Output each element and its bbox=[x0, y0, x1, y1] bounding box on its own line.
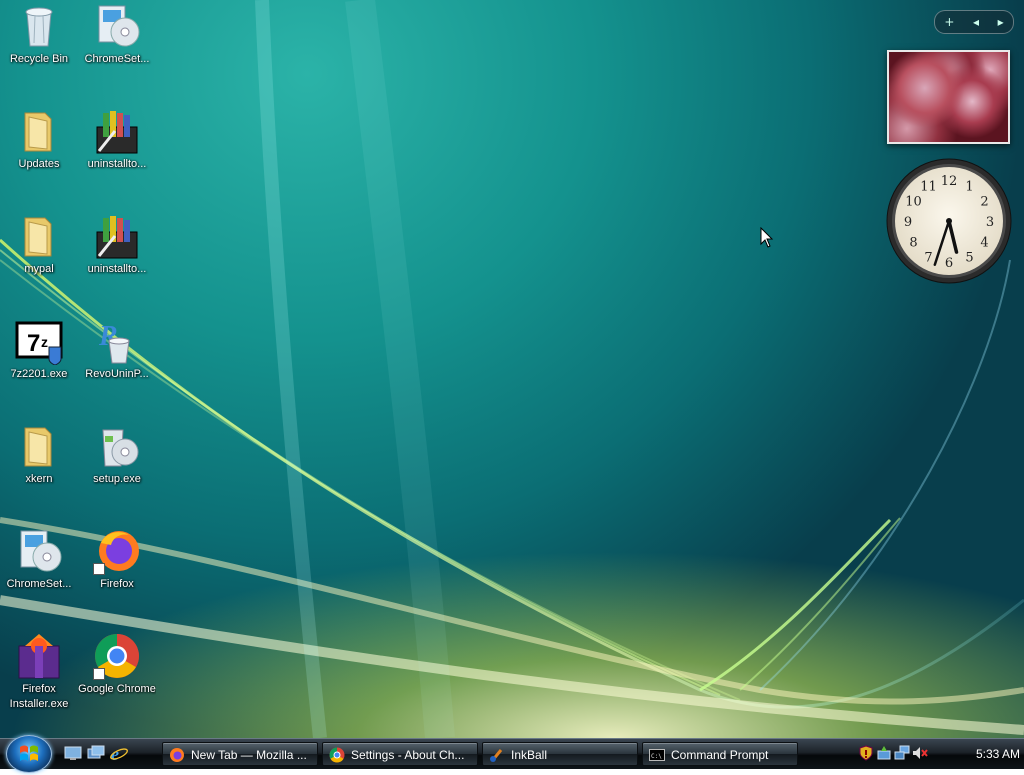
desktop-icon-label: Updates bbox=[18, 158, 60, 170]
desktop-icon-label: Google Chrome bbox=[78, 683, 156, 695]
svg-text:7: 7 bbox=[27, 330, 40, 357]
volume-muted-icon[interactable] bbox=[912, 745, 928, 761]
clock-numeral: 6 bbox=[945, 256, 953, 271]
clock-numeral: 10 bbox=[905, 195, 922, 210]
desktop-icon-mypal[interactable]: mypal bbox=[0, 212, 78, 277]
network-icon[interactable] bbox=[894, 745, 910, 761]
safely-remove-hardware-icon[interactable] bbox=[876, 745, 892, 761]
desktop-icon-label: uninstallto... bbox=[87, 158, 147, 170]
clock-numeral: 11 bbox=[920, 180, 937, 195]
desktop-icon-label: mypal bbox=[24, 263, 54, 275]
clock-numeral: 5 bbox=[965, 251, 973, 266]
firefox-icon bbox=[93, 527, 141, 575]
clock-numeral: 1 bbox=[965, 180, 973, 195]
desktop-icon-uninstalltool-2[interactable]: uninstallto... bbox=[78, 212, 156, 277]
taskbar-button-command-prompt[interactable]: C:\ Command Prompt bbox=[642, 742, 798, 766]
firefox-installer-icon bbox=[15, 632, 63, 680]
taskbar-button-chrome-settings[interactable]: Settings - About Ch... bbox=[322, 742, 478, 766]
taskbar-button-inkball[interactable]: InkBall bbox=[482, 742, 638, 766]
desktop-icon-revo-uninstaller[interactable]: R RevoUninP... bbox=[78, 317, 156, 382]
show-desktop-icon[interactable] bbox=[64, 745, 82, 761]
clock-numeral: 7 bbox=[924, 251, 932, 266]
archive-installer-icon bbox=[93, 212, 141, 260]
desktop-icon-label: ChromeSet... bbox=[84, 53, 150, 65]
taskbar-button-label: Command Prompt bbox=[671, 748, 769, 762]
setup-cd-icon bbox=[93, 422, 141, 470]
desktop-icon-label: Firefox bbox=[100, 578, 134, 590]
7zip-installer-icon: 7z bbox=[15, 317, 63, 366]
desktop-icon-label: ChromeSet... bbox=[6, 578, 72, 590]
clock-numeral: 2 bbox=[980, 195, 988, 210]
desktop-icon-recycle-bin[interactable]: Recycle Bin bbox=[0, 2, 78, 67]
recycle-bin-icon bbox=[15, 2, 63, 50]
taskbar: e New Tab — Mozilla ... Settings - About… bbox=[0, 735, 1024, 773]
folder-icon bbox=[15, 107, 63, 155]
desktop-icon-uninstalltool[interactable]: uninstallto... bbox=[78, 107, 156, 172]
taskbar-button-label: InkBall bbox=[511, 748, 548, 762]
desktop-icon-chromesetup-2[interactable]: ChromeSet... bbox=[0, 527, 78, 592]
windows-start-orb-icon bbox=[20, 745, 38, 761]
desktop-icon-label: uninstallto... bbox=[87, 263, 147, 275]
desktop-icon-xkern[interactable]: xkern bbox=[0, 422, 78, 487]
folder-icon bbox=[15, 422, 63, 470]
clock-numeral: 8 bbox=[909, 236, 917, 251]
next-gadget-button[interactable]: ▸ bbox=[998, 11, 1004, 33]
desktop[interactable]: Recycle Bin Updates mypal 7z 7z2201.exe … bbox=[0, 0, 1024, 738]
installer-cd-icon bbox=[15, 527, 63, 575]
taskbar-button-label: New Tab — Mozilla ... bbox=[191, 748, 307, 762]
desktop-icon-label: xkern bbox=[25, 473, 53, 485]
folder-icon bbox=[15, 212, 63, 260]
clock-gadget[interactable]: 12 12 3 45678 9 1011 bbox=[886, 158, 1012, 284]
taskbar-clock[interactable]: 5:33 AM bbox=[964, 739, 1020, 769]
svg-text:z: z bbox=[41, 334, 48, 350]
taskbar-button-firefox[interactable]: New Tab — Mozilla ... bbox=[162, 742, 318, 766]
desktop-icon-7z2201[interactable]: 7z 7z2201.exe bbox=[0, 317, 78, 382]
security-shield-icon[interactable] bbox=[858, 745, 874, 761]
command-prompt-icon: C:\ bbox=[649, 747, 665, 763]
mouse-cursor-icon bbox=[760, 227, 774, 248]
desktop-icon-google-chrome[interactable]: Google Chrome bbox=[78, 632, 156, 697]
clock-numeral: 9 bbox=[904, 215, 912, 230]
shortcut-arrow-icon bbox=[93, 563, 105, 575]
notification-area: 5:33 AM bbox=[852, 739, 1024, 769]
switch-windows-icon[interactable] bbox=[87, 745, 105, 761]
desktop-icon-label: Firefox Installer.exe bbox=[9, 683, 69, 710]
start-button[interactable] bbox=[6, 735, 52, 773]
chrome-icon bbox=[329, 747, 345, 763]
slideshow-gadget[interactable] bbox=[887, 50, 1010, 144]
archive-installer-icon bbox=[93, 107, 141, 155]
shortcut-arrow-icon bbox=[93, 668, 105, 680]
desktop-icon-firefox[interactable]: Firefox bbox=[78, 527, 156, 592]
clock-numeral: 12 bbox=[941, 174, 958, 189]
sidebar-gadget-controls: + ◂ ▸ bbox=[934, 10, 1014, 34]
desktop-icon-label: RevoUninP... bbox=[85, 368, 149, 380]
internet-explorer-icon[interactable]: e bbox=[110, 744, 128, 764]
previous-gadget-button[interactable]: ◂ bbox=[973, 11, 979, 33]
svg-text:C:\: C:\ bbox=[651, 753, 662, 760]
installer-cd-icon bbox=[93, 2, 141, 50]
inkball-icon bbox=[489, 747, 505, 763]
desktop-icon-firefox-installer[interactable]: Firefox Installer.exe bbox=[0, 632, 78, 712]
taskbar-button-label: Settings - About Ch... bbox=[351, 748, 465, 762]
desktop-icon-label: 7z2201.exe bbox=[10, 368, 68, 380]
revo-uninstaller-icon: R bbox=[93, 317, 141, 365]
clock-numeral: 4 bbox=[980, 236, 988, 251]
desktop-icon-label: Recycle Bin bbox=[9, 53, 69, 65]
chrome-icon bbox=[93, 632, 141, 680]
desktop-icon-label: setup.exe bbox=[93, 473, 141, 485]
desktop-icon-updates[interactable]: Updates bbox=[0, 107, 78, 172]
add-gadget-button[interactable]: + bbox=[944, 11, 954, 33]
clock-numeral: 3 bbox=[986, 215, 994, 230]
desktop-icon-chromesetup[interactable]: ChromeSet... bbox=[78, 2, 156, 67]
firefox-icon bbox=[169, 747, 185, 763]
desktop-icon-setup[interactable]: setup.exe bbox=[78, 422, 156, 487]
